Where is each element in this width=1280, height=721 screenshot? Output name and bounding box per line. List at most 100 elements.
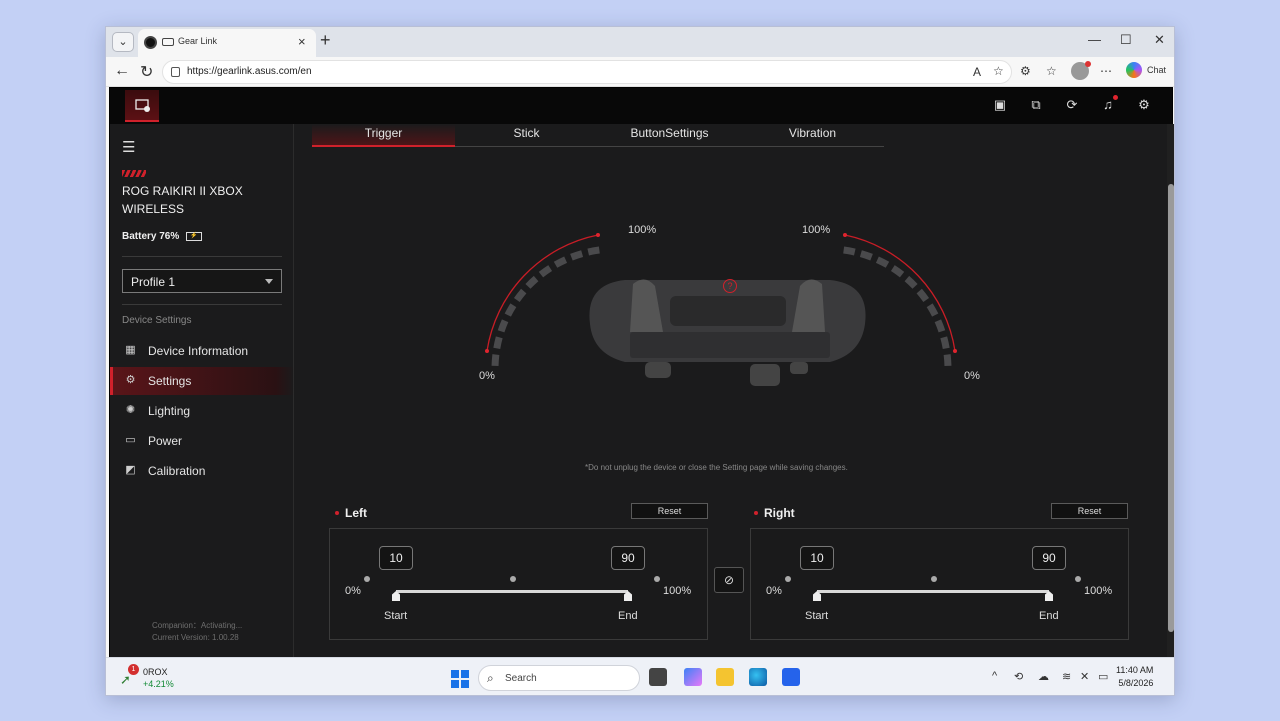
- file-explorer-icon[interactable]: [716, 668, 734, 686]
- gauge-segment: [934, 319, 946, 333]
- companion-status: Companion：Activating...: [152, 621, 243, 630]
- gauge-segment: [859, 250, 873, 261]
- battery-tray-icon[interactable]: ▭: [1098, 670, 1108, 683]
- right-reset-button[interactable]: Reset: [1051, 503, 1128, 519]
- profile-avatar[interactable]: [1071, 61, 1091, 80]
- notification-bell-icon[interactable]: ♫: [1100, 95, 1118, 113]
- help-icon[interactable]: ?: [723, 279, 737, 293]
- scrollbar-thumb[interactable]: [1168, 184, 1174, 632]
- macro-icon[interactable]: ▣: [992, 97, 1008, 113]
- tab-trigger[interactable]: Trigger: [312, 124, 455, 147]
- main-content: Trigger Stick ButtonSettings Vibration 0…: [295, 124, 1165, 659]
- restore-button[interactable]: ☐: [1120, 32, 1132, 48]
- lock-icon: [171, 67, 180, 77]
- right-end-value[interactable]: 90: [1032, 546, 1066, 570]
- url-field[interactable]: https://gearlink.asus.com/en A ☆: [162, 60, 1012, 84]
- vertical-scrollbar[interactable]: [1167, 124, 1174, 659]
- gear-icon: ⚙: [125, 374, 136, 386]
- app-top-bar: ▣ ⧉ ⟳ ♫ ⚙: [110, 88, 1172, 124]
- grid-icon: ▦: [125, 344, 136, 356]
- right-range-track[interactable]: [817, 590, 1049, 593]
- taskbar-search[interactable]: ⌕ Search: [478, 665, 640, 691]
- settings-gear-icon[interactable]: ⚙: [1136, 97, 1152, 113]
- right-min-label: 0%: [964, 370, 980, 382]
- left-start-label: Start: [384, 610, 408, 622]
- task-view-icon[interactable]: [649, 668, 667, 686]
- tab-actions-chevron-icon[interactable]: ⌄: [112, 32, 134, 52]
- show-hidden-icons-icon[interactable]: ^: [992, 670, 997, 682]
- battery-icon: ▭: [125, 434, 136, 446]
- left-end-value[interactable]: 90: [611, 546, 645, 570]
- gauge-segment: [513, 288, 527, 303]
- left-max-point: [596, 233, 600, 237]
- trigger-gauge: [485, 233, 957, 386]
- gauge-segment: [890, 265, 905, 278]
- edge-browser-icon[interactable]: [749, 668, 767, 686]
- store-icon[interactable]: [782, 668, 800, 686]
- sidebar-item-power[interactable]: ▭ Power: [110, 427, 294, 455]
- controller-tab-icon: [162, 38, 174, 46]
- cloud-off-icon[interactable]: ☁: [1038, 670, 1049, 683]
- search-label: Search: [505, 673, 537, 684]
- favorite-star-icon[interactable]: ☆: [993, 64, 1004, 78]
- tab-vibration[interactable]: Vibration: [741, 124, 884, 147]
- read-aloud-icon[interactable]: A: [973, 65, 981, 79]
- minimize-button[interactable]: —: [1088, 32, 1101, 47]
- left-min-percent: 0%: [345, 585, 361, 597]
- tick-dot: [654, 576, 660, 582]
- gauge-segment: [491, 354, 500, 366]
- refresh-icon[interactable]: ↻: [140, 62, 153, 82]
- stock-widget[interactable]: 0ROX +4.21%: [143, 666, 174, 690]
- sidebar-item-label: Lighting: [148, 404, 191, 418]
- gauge-segment: [940, 336, 950, 350]
- sidebar-item-calibration[interactable]: ◩ Calibration: [110, 457, 294, 485]
- update-icon[interactable]: ⟳: [1064, 97, 1080, 113]
- app-home-button[interactable]: [125, 90, 159, 122]
- wifi-icon[interactable]: ≋: [1062, 670, 1071, 683]
- gauge-segment: [570, 250, 584, 261]
- new-tab-button[interactable]: +: [320, 30, 331, 51]
- gauge-segment: [553, 256, 568, 268]
- screen-icon[interactable]: ⧉: [1028, 97, 1044, 113]
- gearlink-favicon-icon: [144, 36, 157, 49]
- back-arrow-icon[interactable]: ←: [114, 62, 130, 80]
- hamburger-menu-icon[interactable]: ☰: [122, 138, 135, 156]
- notification-badge: 1: [128, 664, 139, 675]
- close-tab-icon[interactable]: ×: [298, 34, 306, 49]
- tab-stick[interactable]: Stick: [455, 124, 598, 147]
- browser-tab[interactable]: Gear Link ×: [138, 29, 316, 57]
- left-gauge-segments: [491, 246, 600, 366]
- copilot-app-icon[interactable]: [684, 668, 702, 686]
- gauge-segment: [943, 354, 952, 366]
- tick-dot: [1075, 576, 1081, 582]
- section-label: Device Settings: [122, 315, 192, 326]
- sidebar-item-settings[interactable]: ⚙ Settings: [110, 367, 294, 395]
- sidebar-item-label: Device Information: [148, 344, 249, 358]
- battery-charging-icon: ⚡: [186, 232, 202, 241]
- left-reset-button[interactable]: Reset: [631, 503, 708, 519]
- tab-buttonsettings[interactable]: ButtonSettings: [598, 124, 741, 147]
- sync-icon[interactable]: ⟲: [1014, 670, 1023, 683]
- tab-title: Gear Link: [178, 36, 218, 46]
- copilot-icon[interactable]: [1126, 62, 1142, 78]
- unlink-icon[interactable]: ⊘: [714, 567, 744, 593]
- extensions-icon[interactable]: ⚙: [1020, 64, 1031, 78]
- save-notice: *Do not unplug the device or close the S…: [585, 463, 848, 472]
- favorites-icon[interactable]: ☆: [1046, 64, 1057, 78]
- close-window-button[interactable]: ✕: [1154, 32, 1165, 48]
- browser-window: ⌄ Gear Link × + — ☐ ✕ ← ↻ https://gearli…: [105, 26, 1175, 696]
- chat-button[interactable]: Chat: [1147, 65, 1166, 75]
- more-menu-icon[interactable]: ⋯: [1100, 64, 1112, 78]
- sidebar-item-lighting[interactable]: ✺ Lighting: [110, 397, 294, 425]
- profile-dropdown[interactable]: Profile 1: [122, 269, 282, 293]
- left-range-track[interactable]: [396, 590, 628, 593]
- windows-start-icon[interactable]: [451, 670, 469, 688]
- speaker-muted-icon[interactable]: ✕: [1080, 670, 1089, 683]
- left-start-value[interactable]: 10: [379, 546, 413, 570]
- clock[interactable]: 11:40 AM 5/8/2026: [1116, 664, 1153, 690]
- sidebar: ☰ ROG RAIKIRI II XBOX WIRELESS Battery 7…: [110, 124, 294, 659]
- divider: [122, 256, 282, 257]
- right-start-value[interactable]: 10: [800, 546, 834, 570]
- sidebar-item-device-information[interactable]: ▦ Device Information: [110, 337, 294, 365]
- gauge-segment: [916, 288, 930, 303]
